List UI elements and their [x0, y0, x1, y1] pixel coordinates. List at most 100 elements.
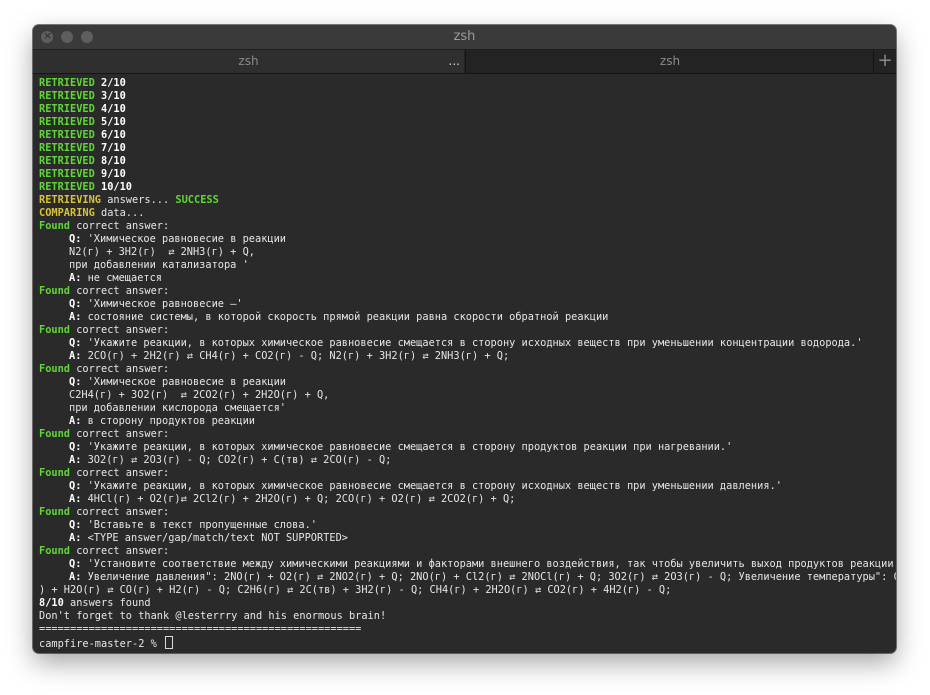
found-text: correct answer: — [70, 506, 170, 518]
question-text: 'Укажите реакции, в которых химическое р… — [87, 480, 782, 492]
question-text: 'Химическое равновесие —' — [87, 298, 243, 310]
retrieving-label: RETRIEVING — [39, 194, 101, 206]
terminal-line: ========================================… — [39, 623, 896, 636]
answer-text: 3O2(г) ⇄ 2O3(г) - Q; CO2(г) + C(тв) ⇄ 2C… — [87, 454, 392, 466]
terminal-line: A: 3O2(г) ⇄ 2O3(г) - Q; CO2(г) + C(тв) ⇄… — [39, 454, 896, 467]
question-text: 'Укажите реакции, в которых химическое р… — [87, 337, 863, 349]
terminal-line: RETRIEVED 9/10 — [39, 168, 896, 181]
question-label: Q: — [69, 480, 82, 492]
question-label: Q: — [69, 337, 82, 349]
found-label: Found — [39, 428, 70, 440]
answer-text: 2CO(г) + 2H2(г) ⇄ CH4(г) + CO2(г) - Q; N… — [87, 350, 510, 362]
terminal-line: при добавлении кислорода смещается' — [39, 402, 896, 415]
terminal-line: Q: 'Химическое равновесие —' — [39, 298, 896, 311]
comparing-label: COMPARING — [39, 207, 95, 219]
separator-line: ========================================… — [39, 623, 362, 635]
retrieved-label: RETRIEVED — [39, 168, 95, 180]
cursor[interactable] — [165, 636, 173, 649]
terminal-line: RETRIEVED 10/10 — [39, 181, 896, 194]
terminal-line: ) + H2O(г) ⇄ CO(г) + H2(г) - Q; C2H6(г) … — [39, 584, 896, 597]
found-text: correct answer: — [70, 428, 170, 440]
question-text: 'Установите соответствие между химически… — [87, 558, 896, 570]
retrieved-label: RETRIEVED — [39, 77, 95, 89]
found-text: correct answer: — [70, 220, 170, 232]
found-text: correct answer: — [70, 285, 170, 297]
new-tab-plus-icon[interactable]: + — [873, 50, 896, 73]
tab-zsh-2[interactable]: zsh — [465, 50, 874, 73]
answer-text: 4HCl(г) + O2(г)⇄ 2Cl2(г) + 2H2O(г) + Q; … — [87, 493, 516, 505]
answer-text: <TYPE answer/gap/match/text NOT SUPPORTE… — [87, 532, 348, 544]
tab-bar: zsh ... zsh + — [33, 50, 896, 74]
retrieving-text: answers... — [101, 194, 176, 206]
question-text: C2H4(г) + 3O2(г) ⇄ 2CO2(г) + 2H2O(г) + Q… — [69, 389, 330, 401]
comparing-text: data... — [94, 207, 145, 219]
terminal-line: COMPARING data... — [39, 207, 896, 220]
retrieved-count: 7/10 — [101, 142, 126, 154]
tab-label: zsh — [659, 54, 681, 68]
retrieved-label: RETRIEVED — [39, 129, 95, 141]
question-text: 'Укажите реакции, в которых химическое р… — [87, 441, 733, 453]
question-label: Q: — [69, 519, 82, 531]
found-count-text: answers found — [63, 597, 151, 609]
found-label: Found — [39, 324, 70, 336]
retrieved-label: RETRIEVED — [39, 116, 95, 128]
retrieved-count: 4/10 — [101, 103, 126, 115]
terminal-line: A: Увеличение давления": 2NO(г) + O2(г) … — [39, 571, 896, 584]
retrieved-count: 8/10 — [101, 155, 126, 167]
title-bar: zsh — [33, 25, 896, 50]
terminal-line: RETRIEVED 8/10 — [39, 155, 896, 168]
question-text: при добавлении кислорода смещается' — [69, 402, 286, 414]
found-label: Found — [39, 363, 70, 375]
terminal-line: RETRIEVED 4/10 — [39, 103, 896, 116]
answer-label: A: — [69, 454, 82, 466]
answer-label: A: — [69, 532, 82, 544]
answer-label: A: — [69, 311, 82, 323]
retrieved-label: RETRIEVED — [39, 142, 95, 154]
terminal-output[interactable]: RETRIEVED 2/10 RETRIEVED 3/10 RETRIEVED 4/… — [33, 75, 896, 653]
question-label: Q: — [69, 298, 82, 310]
retrieved-count: 6/10 — [101, 129, 126, 141]
tab-label: zsh — [238, 54, 259, 68]
question-text: при добавлении катализатора ' — [69, 259, 249, 271]
terminal-line: A: <TYPE answer/gap/match/text NOT SUPPO… — [39, 532, 896, 545]
terminal-line: Found correct answer: — [39, 506, 896, 519]
found-text: correct answer: — [70, 545, 170, 557]
found-label: Found — [39, 545, 70, 557]
terminal-line: A: 4HCl(г) + O2(г)⇄ 2Cl2(г) + 2H2O(г) + … — [39, 493, 896, 506]
answer-text: в сторону продуктов реакции — [87, 415, 255, 427]
terminal-line: RETRIEVED 5/10 — [39, 116, 896, 129]
terminal-line: Q: 'Установите соответствие между химиче… — [39, 558, 896, 571]
question-label: Q: — [69, 376, 82, 388]
terminal-line: RETRIEVING answers... SUCCESS — [39, 194, 896, 207]
answer-label: A: — [69, 350, 82, 362]
tab-overflow-icon[interactable]: ... — [449, 50, 460, 72]
thanks-message: Don't forget to thank @lesterrry and his… — [39, 610, 387, 622]
terminal-line: Q: 'Химическое равновесие в реакции — [39, 233, 896, 246]
terminal-line: A: не смещается — [39, 272, 896, 285]
tab-zsh-1[interactable]: zsh ... — [33, 50, 464, 73]
answer-text: состояние системы, в которой скорость пр… — [87, 311, 609, 323]
answer-label: A: — [69, 493, 82, 505]
terminal-line: Found correct answer: — [39, 428, 896, 441]
terminal-line: Q: 'Укажите реакции, в которых химическо… — [39, 480, 896, 493]
answer-text: Увеличение давления": 2NO(г) + O2(г) ⇄ 2… — [87, 571, 896, 583]
terminal-line: RETRIEVED 6/10 — [39, 129, 896, 142]
terminal-line: Q: 'Укажите реакции, в которых химическо… — [39, 337, 896, 350]
terminal-line: Found correct answer: — [39, 363, 896, 376]
answer-text: не смещается — [87, 272, 163, 284]
terminal-line: A: состояние системы, в которой скорость… — [39, 311, 896, 324]
found-label: Found — [39, 467, 70, 479]
question-label: Q: — [69, 441, 82, 453]
terminal-line: A: в сторону продуктов реакции — [39, 415, 896, 428]
found-text: correct answer: — [70, 467, 170, 479]
retrieved-count: 9/10 — [101, 168, 126, 180]
found-label: Found — [39, 506, 70, 518]
found-count: 8/10 — [39, 597, 64, 609]
terminal-line: Found correct answer: — [39, 545, 896, 558]
answer-label: A: — [69, 415, 82, 427]
question-text: 'Химическое равновесие в реакции — [87, 376, 286, 388]
question-label: Q: — [69, 233, 82, 245]
retrieved-label: RETRIEVED — [39, 181, 95, 193]
terminal-line: campfire-master-2 % — [39, 636, 896, 649]
retrieved-label: RETRIEVED — [39, 103, 95, 115]
